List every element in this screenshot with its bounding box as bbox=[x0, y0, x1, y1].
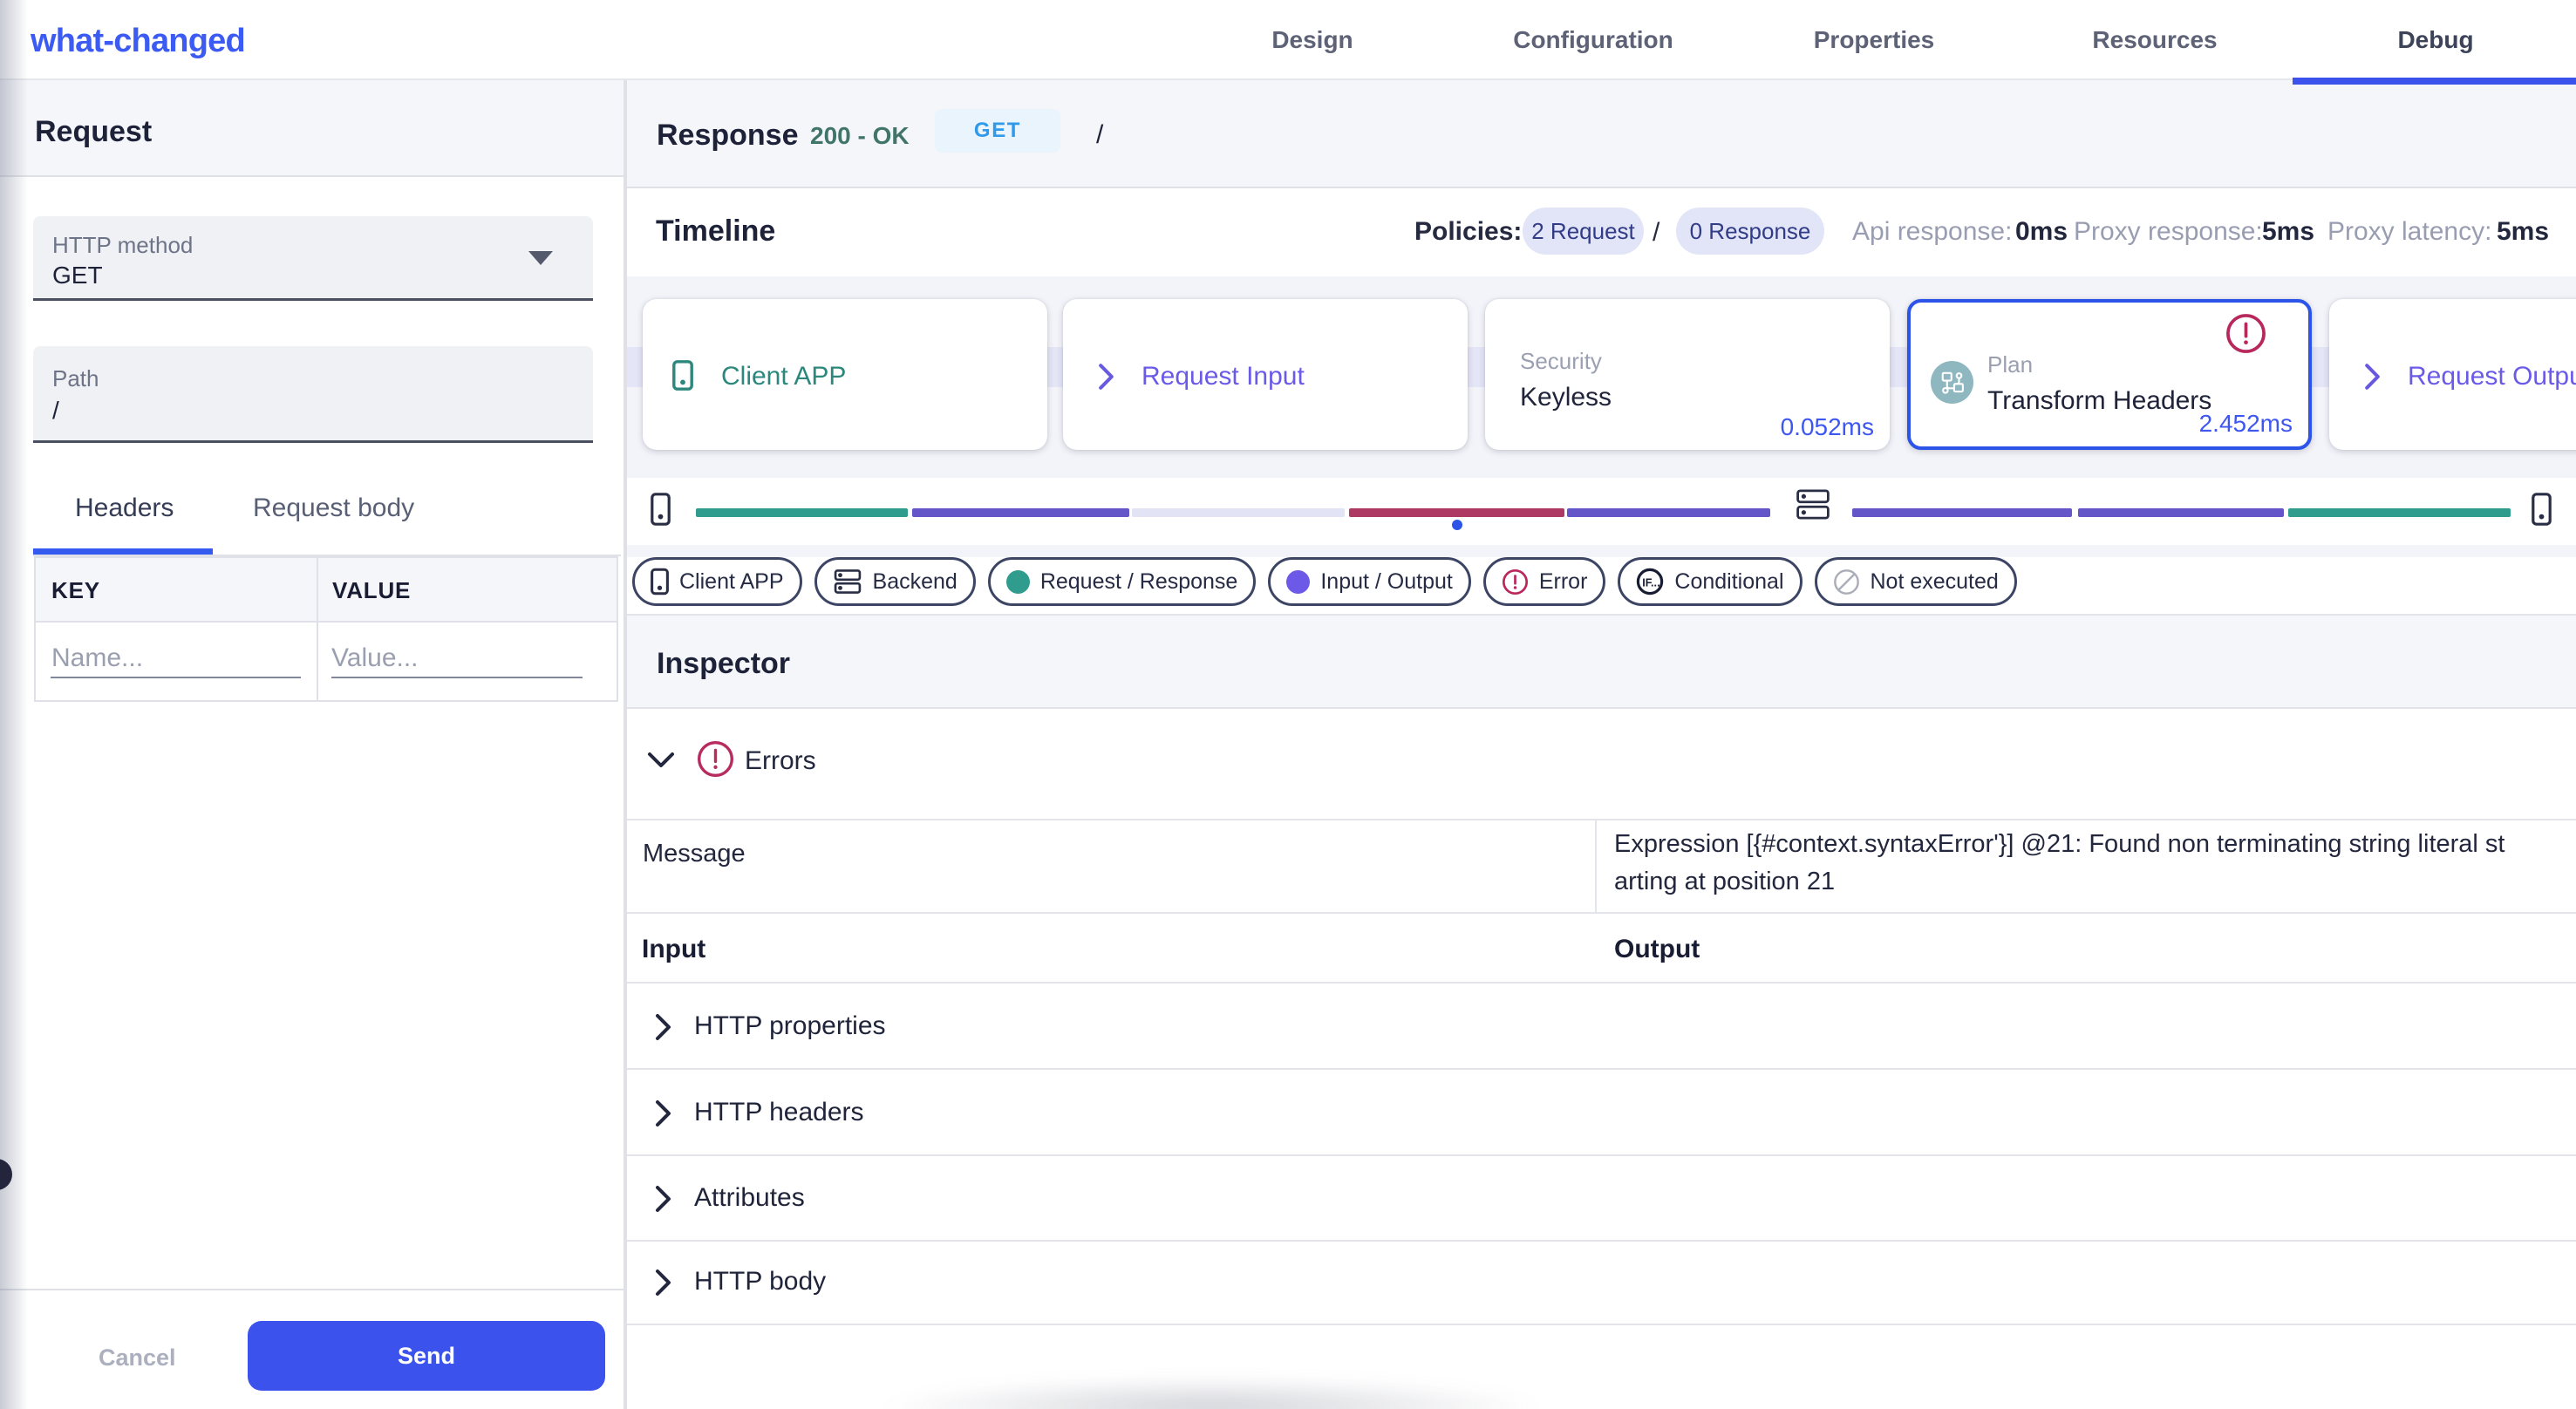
svg-text:IF...: IF... bbox=[1643, 576, 1660, 589]
